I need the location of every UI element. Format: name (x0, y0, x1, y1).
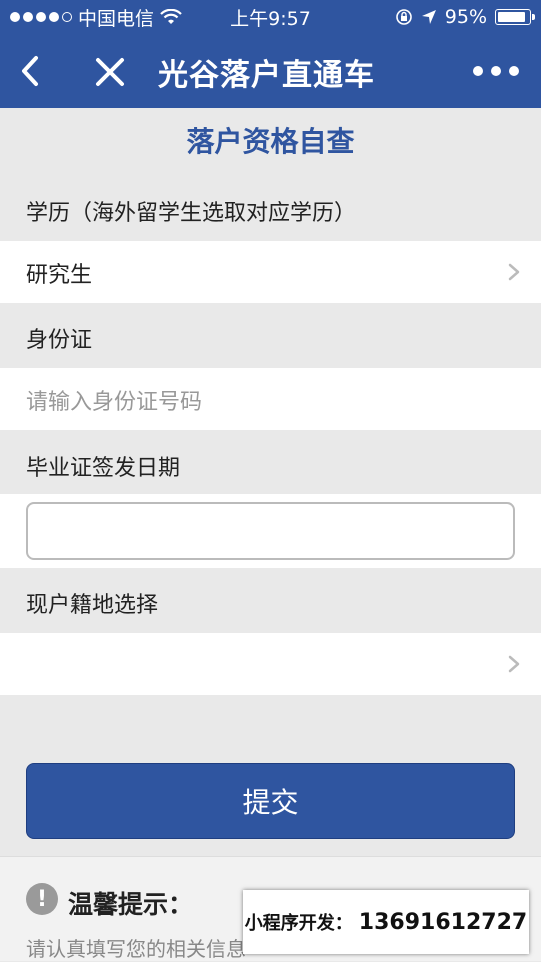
battery-percent: 95% (444, 6, 487, 28)
chevron-right-icon (508, 263, 520, 281)
education-label: 学历（海外留学生选取对应学历） (26, 201, 357, 226)
chevron-right-icon (508, 655, 520, 673)
exclamation-icon: ! (26, 883, 58, 915)
rotation-lock-icon (395, 9, 412, 25)
battery-icon (495, 9, 535, 25)
education-value: 研究生 (26, 263, 93, 288)
status-bar: 中国电信 上午9:57 95% (0, 0, 541, 34)
hukou-select[interactable] (0, 633, 541, 695)
location-arrow-icon (421, 10, 436, 24)
battery-fill (498, 12, 525, 22)
tips-text: 请认真填写您的相关信息 (26, 937, 246, 961)
status-right: 95% (395, 6, 535, 28)
contact-phone: 13691612727 (358, 909, 528, 935)
education-select[interactable]: 研究生 (0, 241, 541, 303)
page-title: 光谷落户直通车 (158, 58, 375, 93)
contact-label: 小程序开发： (244, 913, 353, 934)
back-icon[interactable] (14, 52, 48, 90)
contact-banner: 小程序开发： 13691612727 (243, 890, 529, 954)
id-input[interactable]: 请输入身份证号码 (0, 368, 541, 430)
section-title: 落户资格自查 (186, 125, 355, 158)
id-label: 身份证 (26, 328, 93, 353)
tips-title: 温馨提示： (68, 890, 194, 919)
grad-date-input[interactable] (26, 502, 515, 560)
close-icon[interactable] (92, 54, 128, 90)
id-placeholder: 请输入身份证号码 (26, 390, 203, 415)
more-icon[interactable] (473, 66, 519, 76)
nav-bar: 光谷落户直通车 (0, 34, 541, 108)
submit-button[interactable]: 提交 (26, 763, 515, 839)
hukou-label: 现户籍地选择 (26, 593, 159, 618)
grad-date-label: 毕业证签发日期 (26, 456, 181, 481)
